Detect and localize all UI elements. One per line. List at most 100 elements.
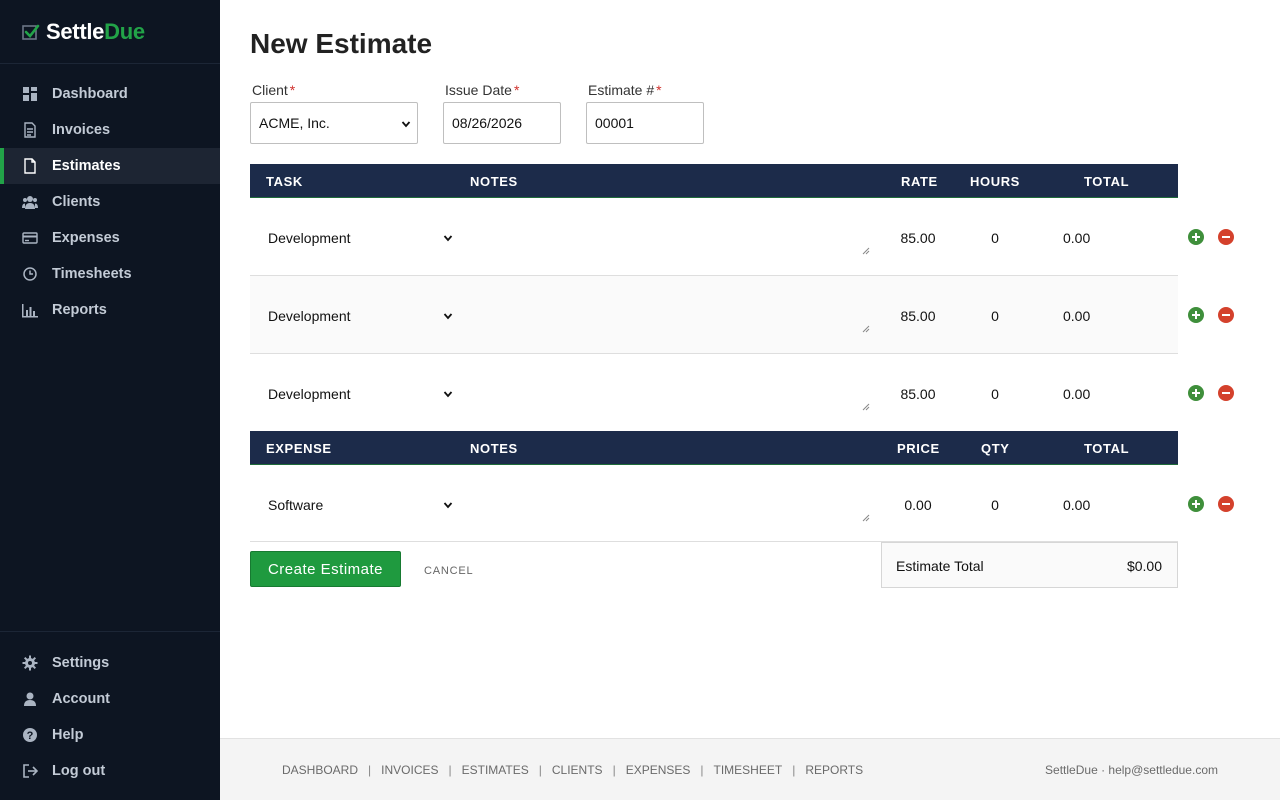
credit-card-icon [22, 232, 38, 244]
expense-row: Software 0.00 0 0.00 [250, 465, 1178, 542]
notes-textarea[interactable] [460, 364, 872, 414]
footer: DASHBOARD | INVOICES | ESTIMATES | CLIEN… [220, 738, 1280, 800]
add-row-icon[interactable] [1188, 229, 1204, 245]
column-header-rate: RATE [901, 174, 938, 189]
resize-handle-icon[interactable] [862, 325, 870, 333]
document-icon [24, 158, 36, 174]
issue-date-input[interactable]: 08/26/2026 [443, 102, 561, 144]
gear-icon [22, 655, 38, 671]
task-select[interactable]: Development [268, 308, 351, 324]
footer-link-dashboard[interactable]: DASHBOARD [282, 763, 358, 777]
chevron-down-icon[interactable] [443, 311, 453, 321]
notes-textarea[interactable] [460, 286, 872, 336]
bar-chart-icon [22, 304, 38, 318]
remove-row-icon[interactable] [1218, 229, 1234, 245]
chevron-down-icon[interactable] [443, 389, 453, 399]
footer-link-clients[interactable]: CLIENTS [552, 763, 603, 777]
chevron-down-icon[interactable] [443, 233, 453, 243]
column-header-qty: QTY [981, 441, 1010, 456]
column-header-total: TOTAL [1084, 441, 1130, 456]
sidebar-item-dashboard[interactable]: Dashboard [0, 76, 220, 112]
client-select[interactable]: ACME, Inc. [250, 102, 418, 144]
help-icon: ? [23, 728, 37, 742]
clock-icon [23, 267, 37, 281]
footer-link-invoices[interactable]: INVOICES [381, 763, 438, 777]
column-header-total: TOTAL [1084, 174, 1130, 189]
column-header-price: PRICE [897, 441, 940, 456]
estimate-total-label: Estimate Total [896, 558, 984, 574]
resize-handle-icon[interactable] [862, 514, 870, 522]
remove-row-icon[interactable] [1218, 385, 1234, 401]
footer-link-expenses[interactable]: EXPENSES [626, 763, 691, 777]
expense-select[interactable]: Software [268, 497, 323, 513]
client-label: Client * [252, 82, 296, 98]
footer-contact: SettleDue · help@settledue.com [1045, 763, 1218, 777]
cancel-link[interactable]: CANCEL [424, 565, 473, 577]
price-input[interactable]: 0.00 [900, 497, 936, 513]
notes-textarea[interactable] [460, 475, 872, 525]
rate-input[interactable]: 85.00 [900, 386, 936, 402]
sidebar-item-logout[interactable]: Log out [0, 753, 220, 789]
sidebar-nav: Dashboard Invoices Estimates Clients Exp… [0, 76, 220, 328]
page-title: New Estimate [250, 28, 433, 59]
chevron-down-icon[interactable] [443, 500, 453, 510]
task-select[interactable]: Development [268, 230, 351, 246]
qty-input[interactable]: 0 [975, 497, 1015, 513]
estimate-total-value: $0.00 [1126, 558, 1162, 574]
add-row-icon[interactable] [1188, 496, 1204, 512]
task-row: Development 85.00 0 0.00 [250, 198, 1178, 276]
notes-textarea[interactable] [460, 208, 872, 258]
row-total: 0.00 [1063, 230, 1091, 246]
footer-link-reports[interactable]: REPORTS [805, 763, 863, 777]
column-header-notes: NOTES [470, 441, 518, 456]
task-row: Development 85.00 0 0.00 [250, 276, 1178, 354]
footer-links: DASHBOARD | INVOICES | ESTIMATES | CLIEN… [282, 763, 864, 777]
column-header-hours: HOURS [970, 174, 1020, 189]
expenses-table-header: EXPENSE NOTES PRICE QTY TOTAL [250, 431, 1178, 465]
task-row: Development 85.00 0 0.00 [250, 354, 1178, 431]
estimate-number-input[interactable]: 00001 [586, 102, 704, 144]
add-row-icon[interactable] [1188, 307, 1204, 323]
resize-handle-icon[interactable] [862, 247, 870, 255]
sidebar-item-settings[interactable]: Settings [0, 645, 220, 681]
hours-input[interactable]: 0 [975, 308, 1015, 324]
remove-row-icon[interactable] [1218, 496, 1234, 512]
sidebar-item-clients[interactable]: Clients [0, 184, 220, 220]
dashboard-icon [23, 87, 37, 101]
row-total: 0.00 [1063, 386, 1091, 402]
column-header-notes: NOTES [470, 174, 518, 189]
remove-row-icon[interactable] [1218, 307, 1234, 323]
logout-icon [23, 764, 38, 778]
row-total: 0.00 [1063, 497, 1091, 513]
row-total: 0.00 [1063, 308, 1091, 324]
brand-name: SettleDue [46, 18, 145, 44]
sidebar-item-timesheets[interactable]: Timesheets [0, 256, 220, 292]
hours-input[interactable]: 0 [975, 386, 1015, 402]
column-header-expense: EXPENSE [266, 441, 332, 456]
sidebar-item-estimates[interactable]: Estimates [0, 148, 220, 184]
sidebar-item-invoices[interactable]: Invoices [0, 112, 220, 148]
estimate-total-box: Estimate Total $0.00 [881, 542, 1178, 588]
sidebar-item-account[interactable]: Account [0, 681, 220, 717]
sidebar-item-help[interactable]: ? Help [0, 717, 220, 753]
resize-handle-icon[interactable] [862, 403, 870, 411]
tasks-table-header: TASK NOTES RATE HOURS TOTAL [250, 164, 1178, 198]
task-select[interactable]: Development [268, 386, 351, 402]
rate-input[interactable]: 85.00 [900, 308, 936, 324]
create-estimate-button[interactable]: Create Estimate [250, 551, 401, 587]
footer-link-estimates[interactable]: ESTIMATES [462, 763, 529, 777]
svg-text:?: ? [27, 730, 34, 742]
column-header-task: TASK [266, 174, 303, 189]
users-icon [22, 196, 38, 209]
chevron-down-icon [401, 121, 411, 128]
rate-input[interactable]: 85.00 [900, 230, 936, 246]
add-row-icon[interactable] [1188, 385, 1204, 401]
brand-logo[interactable]: SettleDue [0, 0, 220, 64]
sidebar: SettleDue Dashboard Invoices Estimates C… [0, 0, 220, 800]
sidebar-item-expenses[interactable]: Expenses [0, 220, 220, 256]
estimate-number-label: Estimate # * [588, 82, 662, 98]
hours-input[interactable]: 0 [975, 230, 1015, 246]
sidebar-bottom-nav: Settings Account ? Help Log out [0, 631, 220, 789]
footer-link-timesheet[interactable]: TIMESHEET [714, 763, 783, 777]
sidebar-item-reports[interactable]: Reports [0, 292, 220, 328]
